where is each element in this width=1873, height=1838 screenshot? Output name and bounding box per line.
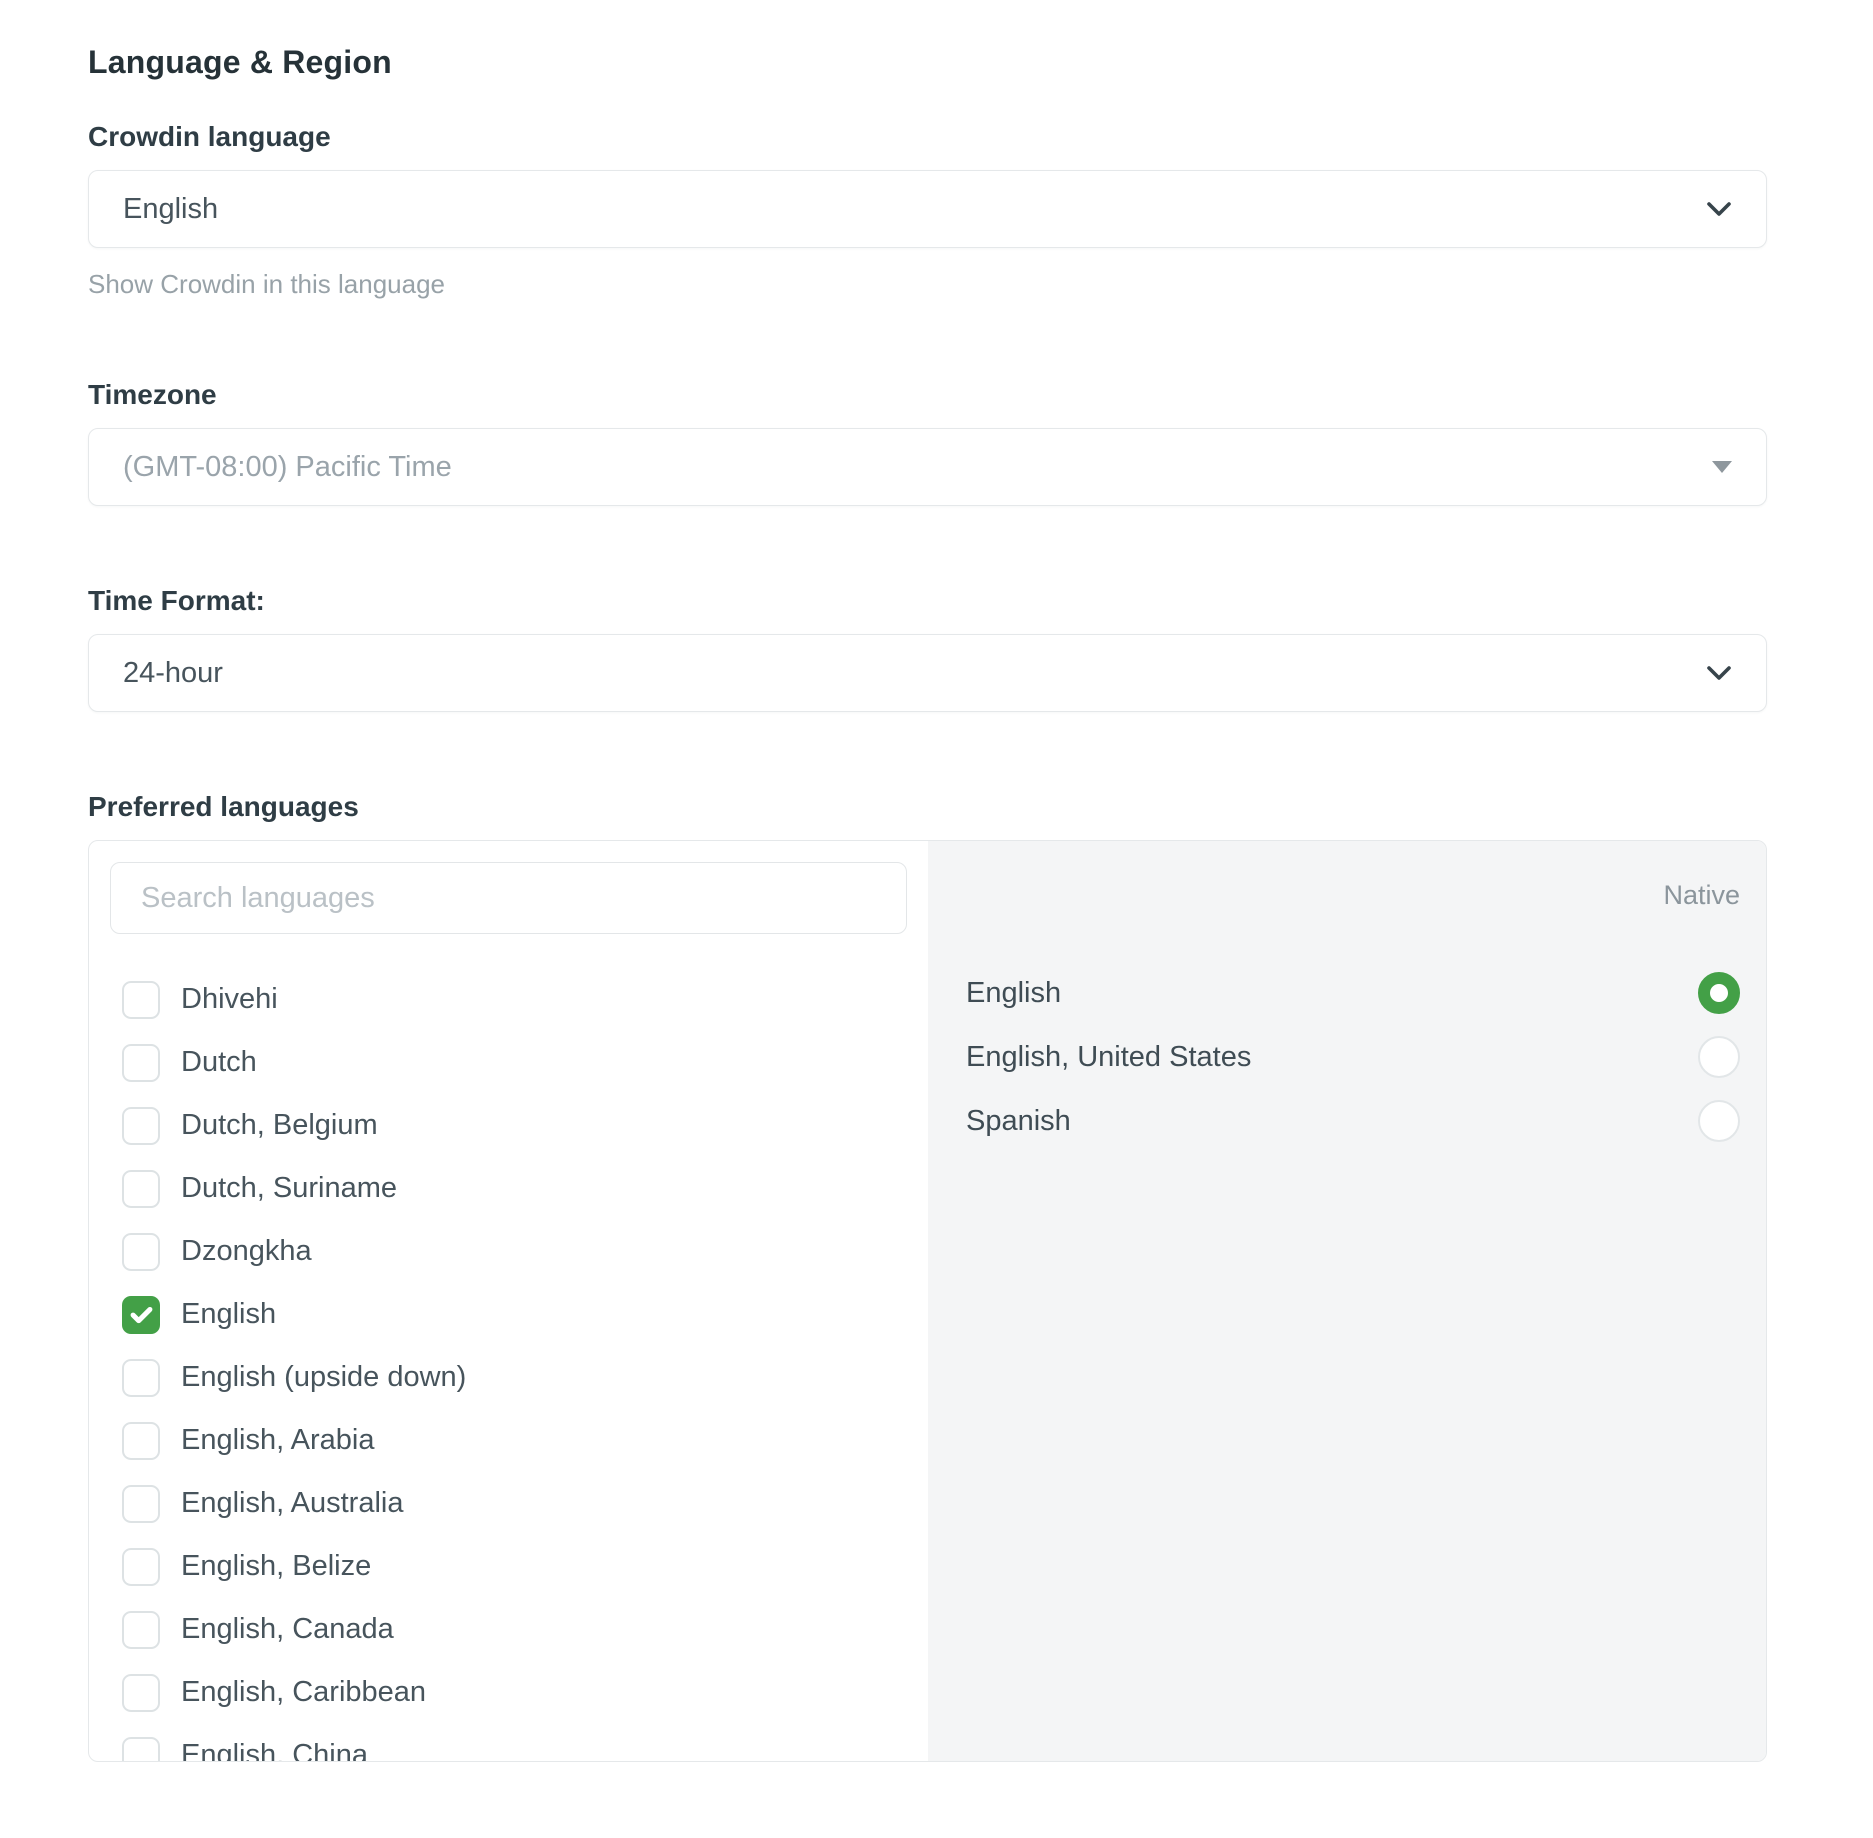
checkbox-checked[interactable] [122, 1296, 160, 1334]
selected-language-label: Spanish [966, 1105, 1071, 1138]
language-region-settings: Language & Region Crowdin language Engli… [88, 0, 1767, 1762]
language-label: English, Caribbean [181, 1676, 426, 1709]
page-title: Language & Region [88, 0, 1767, 82]
native-radio-unselected[interactable] [1698, 1100, 1740, 1142]
available-languages-column: Dhivehi Dutch Dutch, Belgium Dutch, Surinam… [89, 841, 928, 1761]
crowdin-language-value: English [123, 193, 218, 226]
timezone-section: Timezone (GMT-08:00) Pacific Time [88, 378, 1767, 506]
search-languages-input[interactable] [110, 862, 907, 934]
check-icon [128, 1301, 155, 1328]
time-format-select[interactable]: 24-hour [88, 634, 1767, 712]
checkbox-unchecked[interactable] [122, 1044, 160, 1082]
checkbox-unchecked[interactable] [122, 1170, 160, 1208]
checkbox-unchecked[interactable] [122, 1485, 160, 1523]
preferred-languages-label: Preferred languages [88, 790, 1767, 824]
preferred-languages-panel: Dhivehi Dutch Dutch, Belgium Dutch, Surinam… [88, 840, 1767, 1762]
selected-language-row: Spanish [966, 1089, 1740, 1153]
timezone-label: Timezone [88, 378, 1767, 412]
language-checkbox-row[interactable]: English, Belize [89, 1535, 928, 1598]
language-label: English, China [181, 1739, 368, 1761]
checkbox-unchecked[interactable] [122, 981, 160, 1019]
language-label: Dhivehi [181, 983, 278, 1016]
time-format-value: 24-hour [123, 657, 223, 690]
language-checkbox-row[interactable]: Dzongkha [89, 1220, 928, 1283]
checkbox-unchecked[interactable] [122, 1233, 160, 1271]
checkbox-unchecked[interactable] [122, 1611, 160, 1649]
language-checkbox-row[interactable]: Dutch, Suriname [89, 1157, 928, 1220]
selected-language-label: English, United States [966, 1041, 1251, 1074]
language-checkbox-row[interactable]: English, Caribbean [89, 1661, 928, 1724]
language-label: English (upside down) [181, 1361, 466, 1394]
language-label: Dutch [181, 1046, 257, 1079]
selected-languages-column: Native English English, United States Span… [928, 841, 1766, 1761]
language-checkbox-row[interactable]: English (upside down) [89, 1346, 928, 1409]
crowdin-language-label: Crowdin language [88, 120, 1767, 154]
language-label: Dutch, Suriname [181, 1172, 397, 1205]
language-checkbox-row[interactable]: English, Canada [89, 1598, 928, 1661]
crowdin-language-select[interactable]: English [88, 170, 1767, 248]
language-checkbox-row[interactable]: English, Arabia [89, 1409, 928, 1472]
selected-language-label: English [966, 977, 1061, 1010]
native-radio-selected[interactable] [1698, 972, 1740, 1014]
checkbox-unchecked[interactable] [122, 1737, 160, 1762]
timezone-value: (GMT-08:00) Pacific Time [123, 451, 452, 484]
language-checkbox-row[interactable]: Dhivehi [89, 968, 928, 1031]
language-checkbox-row[interactable]: English, China [89, 1724, 928, 1761]
native-radio-unselected[interactable] [1698, 1036, 1740, 1078]
checkbox-unchecked[interactable] [122, 1359, 160, 1397]
checkbox-unchecked[interactable] [122, 1548, 160, 1586]
language-label: English, Belize [181, 1550, 371, 1583]
selected-languages-list: English English, United States Spanish [966, 961, 1740, 1153]
crowdin-language-help: Show Crowdin in this language [88, 268, 1767, 300]
checkbox-unchecked[interactable] [122, 1107, 160, 1145]
language-checkbox-row[interactable]: Dutch [89, 1031, 928, 1094]
chevron-down-icon [1706, 201, 1732, 217]
selected-language-row: English [966, 961, 1740, 1025]
language-label: Dutch, Belgium [181, 1109, 378, 1142]
chevron-down-icon [1706, 665, 1732, 681]
crowdin-language-section: Crowdin language English Show Crowdin in… [88, 120, 1767, 300]
time-format-label: Time Format: [88, 584, 1767, 618]
language-checkbox-row[interactable]: English [89, 1283, 928, 1346]
language-label: English [181, 1298, 276, 1331]
native-column-header: Native [966, 879, 1740, 911]
language-checkbox-row[interactable]: English, Australia [89, 1472, 928, 1535]
language-label: Dzongkha [181, 1235, 312, 1268]
language-label: English, Arabia [181, 1424, 374, 1457]
checkbox-unchecked[interactable] [122, 1422, 160, 1460]
available-languages-list: Dhivehi Dutch Dutch, Belgium Dutch, Surinam… [89, 968, 928, 1761]
timezone-select[interactable]: (GMT-08:00) Pacific Time [88, 428, 1767, 506]
language-label: English, Canada [181, 1613, 394, 1646]
preferred-languages-section: Preferred languages Dhivehi Dutch Dutch, B… [88, 790, 1767, 1762]
time-format-section: Time Format: 24-hour [88, 584, 1767, 712]
language-label: English, Australia [181, 1487, 403, 1520]
selected-language-row: English, United States [966, 1025, 1740, 1089]
caret-down-icon [1712, 461, 1732, 473]
checkbox-unchecked[interactable] [122, 1674, 160, 1712]
language-checkbox-row[interactable]: Dutch, Belgium [89, 1094, 928, 1157]
